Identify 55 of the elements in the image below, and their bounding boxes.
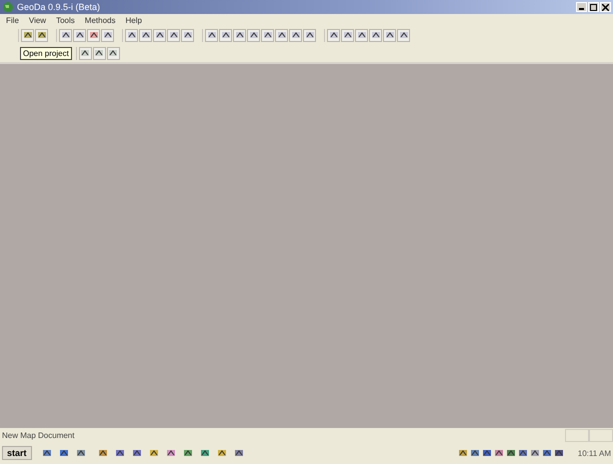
toolbar-button[interactable] bbox=[87, 28, 100, 42]
toolbar-button[interactable] bbox=[247, 28, 260, 42]
tray-icon bbox=[506, 448, 516, 458]
toolbar-button[interactable] bbox=[92, 46, 106, 60]
menu-item[interactable]: Tools bbox=[56, 16, 75, 24]
toolbar-button[interactable] bbox=[327, 28, 340, 42]
toolbar-button[interactable] bbox=[205, 28, 218, 42]
toolbar-button[interactable] bbox=[397, 28, 410, 42]
window-title: GeoDa 0.9.5-i (Beta) bbox=[17, 2, 100, 12]
status-pane bbox=[589, 428, 613, 442]
toolbar-button[interactable] bbox=[303, 28, 316, 42]
tooltip: Open project bbox=[20, 46, 72, 60]
toolbar-button[interactable] bbox=[35, 28, 48, 42]
tray-icon bbox=[530, 448, 540, 458]
menu-item[interactable]: Methods bbox=[84, 16, 116, 24]
toolbar-button[interactable] bbox=[78, 46, 92, 60]
toolbar-button[interactable] bbox=[261, 28, 274, 42]
tray-icon bbox=[482, 448, 492, 458]
close-icon bbox=[602, 4, 609, 10]
toolbar-button[interactable] bbox=[181, 28, 194, 42]
status-pane bbox=[565, 428, 589, 442]
toolbar-button[interactable] bbox=[59, 28, 72, 42]
toolbar-button[interactable] bbox=[101, 28, 114, 42]
minimize-button[interactable] bbox=[576, 2, 587, 12]
toolbar-button[interactable] bbox=[369, 28, 382, 42]
toolbar-button[interactable] bbox=[106, 46, 120, 60]
toolbar-button[interactable] bbox=[219, 28, 232, 42]
tray-icon bbox=[470, 448, 480, 458]
toolbar-button[interactable] bbox=[139, 28, 152, 42]
toolbar-button[interactable] bbox=[21, 28, 34, 42]
maximize-icon bbox=[590, 4, 597, 10]
status-text: New Map Document bbox=[2, 430, 74, 440]
toolbar-button[interactable] bbox=[233, 28, 246, 42]
toolbar-button[interactable] bbox=[73, 28, 86, 42]
tray-icon bbox=[494, 448, 504, 458]
maximize-button[interactable] bbox=[588, 2, 599, 12]
toolbar-button[interactable] bbox=[289, 28, 302, 42]
tray-icon bbox=[518, 448, 528, 458]
toolbar-button[interactable] bbox=[341, 28, 354, 42]
toolbar-button[interactable] bbox=[167, 28, 180, 42]
tray-icon bbox=[554, 448, 564, 458]
tray-icon bbox=[458, 448, 468, 458]
start-button[interactable]: start bbox=[2, 446, 32, 460]
close-button[interactable] bbox=[600, 2, 611, 12]
menu-item[interactable]: Help bbox=[125, 16, 142, 24]
toolbar-button[interactable] bbox=[275, 28, 288, 42]
menu-item[interactable]: View bbox=[28, 16, 46, 24]
toolbar-button[interactable] bbox=[125, 28, 138, 42]
menu-item[interactable]: File bbox=[6, 16, 19, 24]
tray-icon bbox=[542, 448, 552, 458]
toolbar-button[interactable] bbox=[383, 28, 396, 42]
clock: 10:11 AM bbox=[578, 448, 611, 458]
toolbar-button[interactable] bbox=[355, 28, 368, 42]
toolbar-button[interactable] bbox=[153, 28, 166, 42]
globe-icon bbox=[2, 1, 14, 13]
